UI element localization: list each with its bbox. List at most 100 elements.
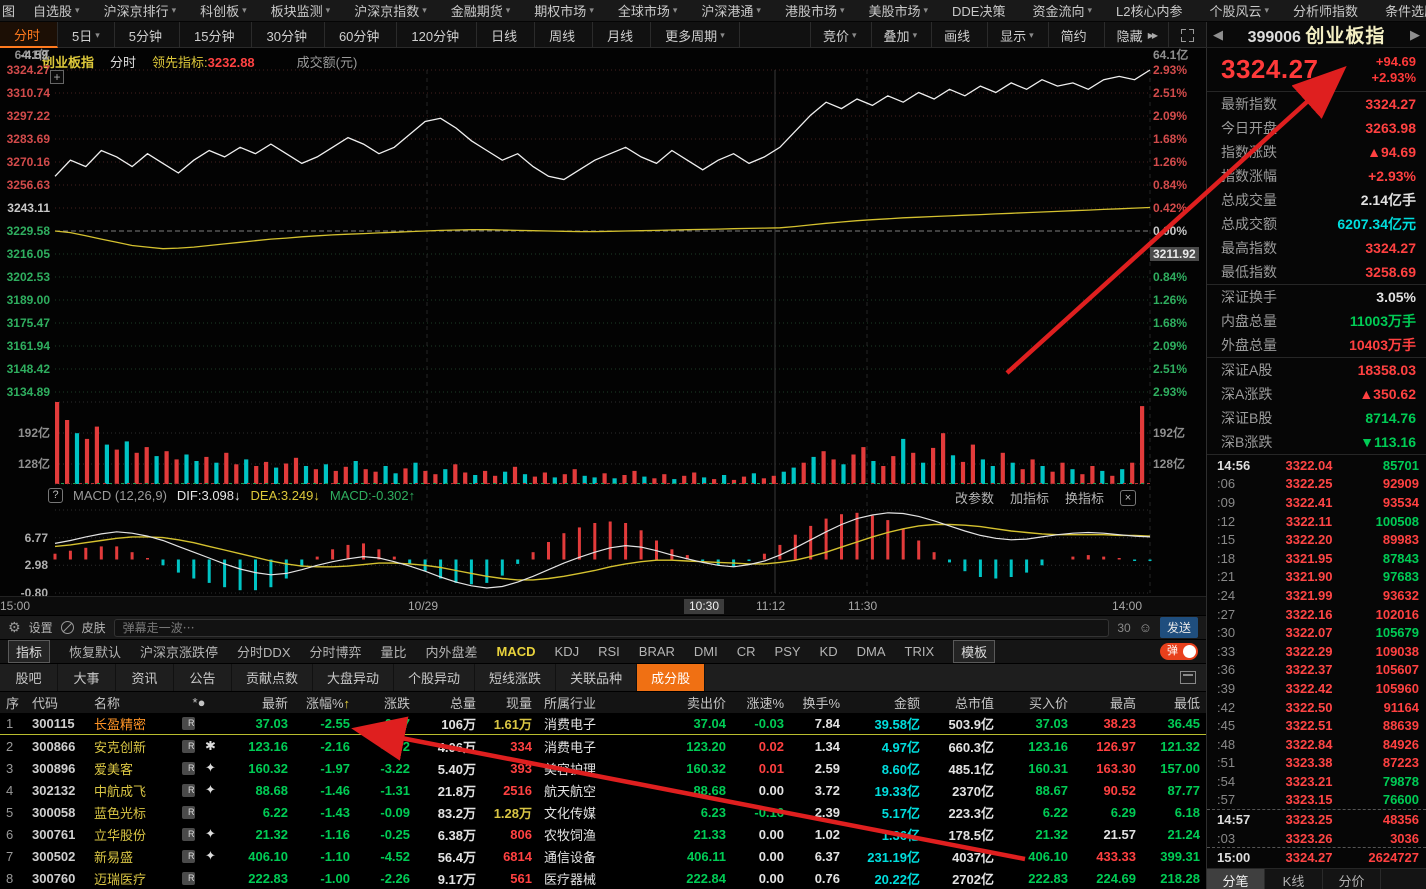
column-header[interactable]: 现量: [482, 693, 538, 712]
content-tab[interactable]: 成分股: [637, 664, 706, 691]
period-tab[interactable]: 30分钟: [252, 22, 325, 48]
crosshair-plus-icon[interactable]: +: [50, 70, 64, 84]
stock-row[interactable]: 6 300761 立华股份 R ✦ 21.32 -1.16 -0.25 6.38万…: [0, 823, 1206, 845]
column-header[interactable]: 金额: [846, 693, 926, 712]
next-symbol-button[interactable]: ▶: [1410, 27, 1420, 43]
period-tab[interactable]: 日线: [477, 22, 536, 48]
stock-row[interactable]: 5 300058 蓝色光标 R 6.22 -1.43 -0.09 83.2万 1…: [0, 801, 1206, 823]
indicator-item[interactable]: KDJ: [555, 644, 580, 659]
danmaku-toggle[interactable]: 弹: [1160, 643, 1198, 660]
menu-item[interactable]: 科创板 ▾: [188, 0, 259, 22]
column-header[interactable]: 买入价: [1000, 693, 1074, 712]
indicator-item[interactable]: RSI: [598, 644, 620, 659]
stock-row[interactable]: 7 300502 新易盛 R ✦ 406.10 -1.10 -4.52 56.4万…: [0, 845, 1206, 867]
chart-tool-button[interactable]: 显示 ▾: [987, 22, 1048, 48]
stock-row[interactable]: 4 302132 中航成飞 R ✦ 88.68 -1.46 -1.31 21.8万…: [0, 779, 1206, 801]
period-tab[interactable]: 15分钟: [180, 22, 253, 48]
indicator-item[interactable]: MACD: [497, 644, 536, 659]
period-tab[interactable]: 5分钟: [115, 22, 181, 48]
indicator-item[interactable]: BRAR: [639, 644, 675, 659]
column-header[interactable]: 涨跌: [356, 693, 416, 712]
panel-tab[interactable]: K线: [1265, 869, 1323, 889]
macd-action-link[interactable]: 改参数: [955, 488, 994, 507]
emoji-icon[interactable]: ☺: [1139, 620, 1152, 635]
column-header[interactable]: 名称: [88, 693, 176, 712]
menu-item[interactable]: 沪深京排行 ▾: [92, 0, 189, 22]
skin-icon[interactable]: [60, 621, 74, 634]
menu-item[interactable]: 美股市场 ▾: [856, 0, 940, 22]
close-icon[interactable]: ×: [1120, 489, 1136, 506]
chart-tool-button[interactable]: 竞价 ▾: [810, 22, 871, 48]
content-tab[interactable]: 短线涨跌: [475, 664, 557, 691]
column-header[interactable]: 总市值: [926, 693, 1000, 712]
menu-item[interactable]: 港股市场 ▾: [773, 0, 857, 22]
period-tab[interactable]: 5日 ▾: [58, 22, 115, 48]
column-header[interactable]: 卖出价: [646, 693, 732, 712]
chart-tool-button[interactable]: 隐藏 ▶▶: [1103, 22, 1168, 48]
period-tab[interactable]: 60分钟: [325, 22, 398, 48]
stock-row[interactable]: 2 300866 安克创新 R ✱ 123.16 -2.16 -2.72 4.06…: [0, 735, 1206, 757]
menu-item[interactable]: 板块监测 ▾: [259, 0, 343, 22]
menu-item[interactable]: DDE决策: [940, 0, 1020, 22]
content-tab[interactable]: 公告: [174, 664, 232, 691]
menu-item[interactable]: L2核心内参: [1104, 0, 1197, 22]
indicator-item[interactable]: 指标: [8, 640, 51, 663]
indicator-item[interactable]: 恢复默认: [69, 642, 121, 661]
menu-item[interactable]: 条件选股: [1373, 0, 1426, 22]
stock-row[interactable]: 8 300760 迈瑞医疗 R 222.83 -1.00 -2.26 9.17万…: [0, 867, 1206, 889]
menu-item[interactable]: 金融期货 ▾: [439, 0, 523, 22]
column-header[interactable]: 总量: [416, 693, 482, 712]
indicator-item[interactable]: PSY: [775, 644, 801, 659]
content-tab[interactable]: 大盘异动: [313, 664, 395, 691]
intraday-chart[interactable]: 创业板指 分时 领先指标:3232.88 成交额(元) + 3324.27 331…: [0, 48, 1206, 615]
column-header[interactable]: 涨幅%↑: [294, 693, 356, 712]
indicator-item[interactable]: 分时博弈: [310, 642, 362, 661]
menu-item[interactable]: 分析师指数: [1281, 0, 1373, 22]
stock-row[interactable]: 3 300896 爱美客 R ✦ 160.32 -1.97 -3.22 5.40万…: [0, 757, 1206, 779]
prev-symbol-button[interactable]: ◀: [1213, 27, 1223, 43]
indicator-item[interactable]: 量比: [381, 642, 407, 661]
period-tab[interactable]: 分时: [0, 22, 59, 48]
menu-item[interactable]: 全球市场 ▾: [606, 0, 690, 22]
indicator-item[interactable]: 沪深京涨跌停: [140, 642, 218, 661]
gear-icon[interactable]: ⚙: [8, 619, 21, 636]
content-tab[interactable]: 关联品种: [556, 664, 638, 691]
column-header[interactable]: 最新: [222, 693, 294, 712]
menu-item[interactable]: 自选股 ▾: [21, 0, 92, 22]
menu-item[interactable]: 期权市场 ▾: [522, 0, 606, 22]
period-tab[interactable]: 120分钟: [397, 22, 478, 48]
period-tab[interactable]: 更多周期 ▾: [651, 22, 740, 48]
indicator-item[interactable]: DMA: [857, 644, 886, 659]
menu-item[interactable]: 个股风云 ▾: [1198, 0, 1282, 22]
stock-row[interactable]: 1 300115 长盈精密 R 37.03 -2.55 -0.97 106万 1…: [0, 713, 1206, 735]
content-tab[interactable]: 股吧: [0, 664, 58, 691]
panel-tab[interactable]: 分笔: [1207, 869, 1265, 889]
chart-tool-button[interactable]: 叠加 ▾: [870, 22, 932, 48]
settings-label[interactable]: 设置: [29, 619, 53, 636]
column-header[interactable]: 代码: [26, 693, 88, 712]
column-header[interactable]: *●: [176, 695, 222, 710]
skin-label[interactable]: 皮肤: [82, 619, 106, 636]
help-icon[interactable]: ?: [48, 488, 63, 503]
indicator-item[interactable]: KD: [820, 644, 838, 659]
macd-action-link[interactable]: 换指标: [1065, 488, 1104, 507]
column-header[interactable]: 序: [0, 693, 26, 712]
macd-action-link[interactable]: 加指标: [1010, 488, 1049, 507]
period-tab[interactable]: 月线: [593, 22, 652, 48]
period-tab[interactable]: 周线: [535, 22, 594, 48]
indicator-item[interactable]: 内外盘差: [426, 642, 478, 661]
content-tab[interactable]: 大事: [58, 664, 116, 691]
indicator-item[interactable]: CR: [737, 644, 756, 659]
content-tab[interactable]: 贡献点数: [232, 664, 314, 691]
indicator-item[interactable]: 分时DDX: [237, 642, 290, 661]
column-header[interactable]: 所属行业: [538, 693, 646, 712]
menu-item[interactable]: 沪深京指数 ▾: [342, 0, 439, 22]
column-header[interactable]: 最高: [1074, 693, 1142, 712]
content-tab[interactable]: 资讯: [116, 664, 174, 691]
column-header[interactable]: 最低: [1142, 693, 1206, 712]
indicator-item[interactable]: DMI: [694, 644, 718, 659]
popup-window-icon[interactable]: [1180, 671, 1196, 684]
column-header[interactable]: 涨速%: [732, 693, 790, 712]
danmaku-input[interactable]: [113, 618, 1110, 637]
tick-list[interactable]: 14:56 3322.04 85701 :06 3322.25 92909 :0…: [1207, 455, 1426, 869]
